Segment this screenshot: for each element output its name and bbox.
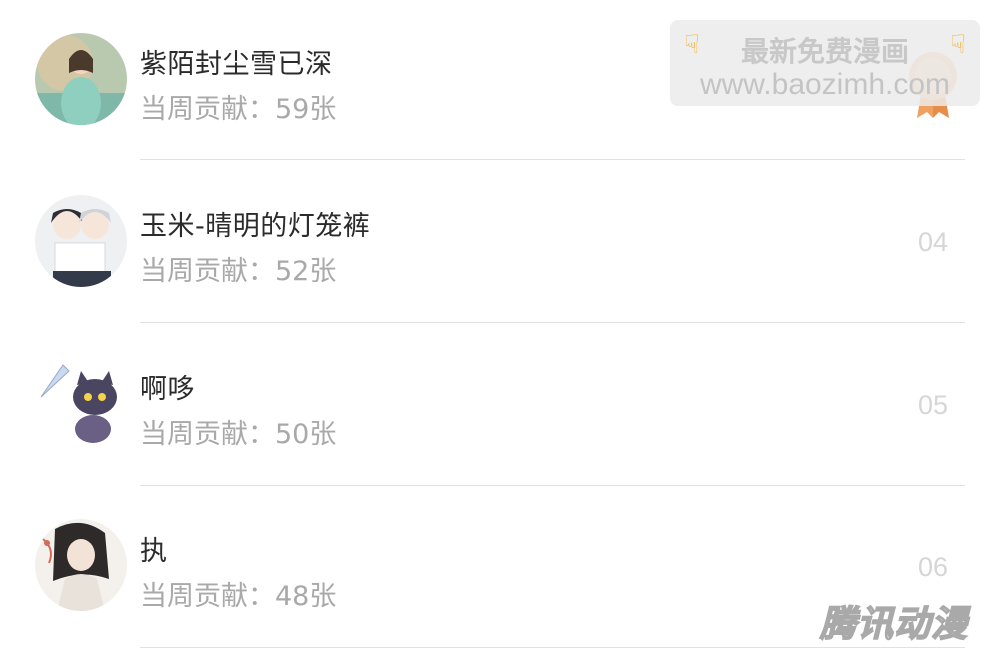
rank-number: 06 [917,552,948,582]
pointing-down-hand-icon: ☟ [950,30,966,60]
row-divider [140,485,965,486]
ranking-row[interactable]: 啊哆 当周贡献：50张 05 [0,325,1000,487]
username: 啊哆 [140,374,195,405]
user-avatar[interactable] [35,519,127,611]
username: 紫陌封尘雪已深 [140,49,333,80]
weekly-contribution: 当周贡献：59张 [140,94,337,125]
user-avatar[interactable] [35,33,127,125]
watermark-url: www.baozimh.com [699,68,951,101]
username: 玉米-晴明的灯笼裤 [140,211,371,242]
avatar-image [35,33,127,125]
weekly-contribution: 当周贡献：52张 [140,256,337,287]
rank-number: 04 [917,227,948,257]
tencent-comic-logo: 腾讯动漫 [819,603,969,646]
user-avatar[interactable] [35,357,127,449]
row-divider [140,322,965,323]
user-avatar[interactable] [35,195,127,287]
username: 执 [140,536,168,567]
row-divider [140,647,965,648]
avatar-image [35,519,127,611]
rank-number: 05 [917,390,948,420]
weekly-contribution: 当周贡献：48张 [140,581,337,612]
watermark-title: 最新免费漫画 [740,35,909,68]
ranking-row[interactable]: 玉米-晴明的灯笼裤 当周贡献：52张 04 [0,162,1000,324]
row-divider [140,159,965,160]
avatar-image [35,357,127,449]
avatar-image [35,195,127,287]
watermark-banner: ☟ 最新免费漫画 ☟ www.baozimh.com [670,20,980,106]
weekly-contribution: 当周贡献：50张 [140,419,337,450]
